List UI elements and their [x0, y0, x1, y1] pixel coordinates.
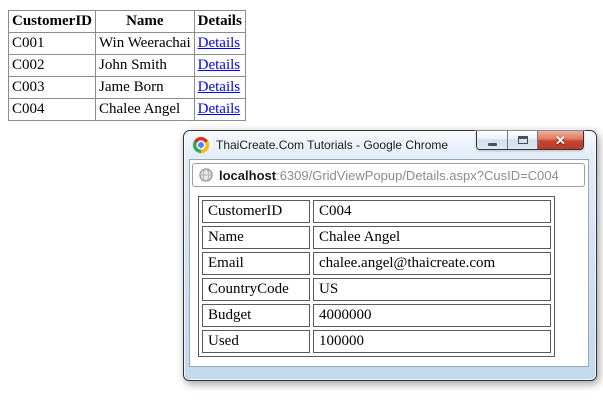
minimize-button[interactable] — [477, 131, 507, 149]
desktop-page: CustomerID Name Details C001 Win Weerach… — [0, 0, 603, 400]
minimize-icon — [487, 143, 497, 146]
details-link[interactable]: Details — [198, 57, 241, 73]
detail-row: Email chalee.angel@thaicreate.com — [202, 252, 551, 275]
chrome-popup-window: ThaiCreate.Com Tutorials - Google Chrome… — [183, 130, 597, 381]
detail-value-cell: C004 — [313, 200, 551, 223]
header-name: Name — [95, 10, 195, 33]
customer-row: C002 John Smith Details — [8, 54, 246, 77]
url-host: localhost — [219, 167, 277, 183]
customer-name-cell: John Smith — [95, 54, 195, 77]
detail-row: Name Chalee Angel — [202, 226, 551, 249]
customers-header-row: CustomerID Name Details — [8, 10, 246, 33]
detail-row: Used 100000 — [202, 330, 551, 353]
customer-details-cell: Details — [193, 76, 246, 99]
customers-table: CustomerID Name Details C001 Win Weerach… — [8, 10, 246, 121]
detail-row: CountryCode US — [202, 278, 551, 301]
customer-details-cell: Details — [193, 98, 246, 121]
maximize-icon — [517, 136, 528, 144]
details-link[interactable]: Details — [198, 79, 241, 95]
customer-id-cell: C001 — [8, 32, 96, 55]
globe-icon[interactable] — [199, 168, 213, 182]
url-path: :6309/GridViewPopup/Details.aspx?CusID=C… — [276, 167, 559, 183]
close-button[interactable]: ✕ — [537, 131, 583, 149]
address-bar[interactable]: localhost:6309/GridViewPopup/Details.asp… — [192, 163, 585, 187]
detail-label-cell: CountryCode — [202, 278, 310, 301]
customer-name-cell: Jame Born — [95, 76, 195, 99]
url-text: localhost:6309/GridViewPopup/Details.asp… — [219, 168, 559, 183]
customer-details-table: CustomerID C004 Name Chalee Angel Email … — [198, 196, 555, 357]
detail-label-cell: Email — [202, 252, 310, 275]
customer-row: C003 Jame Born Details — [8, 76, 246, 99]
detail-label-cell: Name — [202, 226, 310, 249]
window-controls: ✕ — [476, 131, 584, 150]
customer-details-cell: Details — [193, 54, 246, 77]
detail-value-cell: 4000000 — [313, 304, 551, 327]
customer-name-cell: Win Weerachai — [95, 32, 195, 55]
window-client-area: localhost:6309/GridViewPopup/Details.asp… — [189, 159, 589, 367]
detail-row: Budget 4000000 — [202, 304, 551, 327]
customer-id-cell: C002 — [8, 54, 96, 77]
detail-value-cell: Chalee Angel — [313, 226, 551, 249]
detail-row: CustomerID C004 — [202, 200, 551, 223]
detail-label-cell: Used — [202, 330, 310, 353]
detail-value-cell: US — [313, 278, 551, 301]
customer-details-cell: Details — [193, 32, 246, 55]
details-link[interactable]: Details — [198, 35, 241, 51]
close-icon: ✕ — [555, 132, 566, 148]
detail-label-cell: CustomerID — [202, 200, 310, 223]
detail-label-cell: Budget — [202, 304, 310, 327]
customer-id-cell: C004 — [8, 98, 96, 121]
customer-id-cell: C003 — [8, 76, 96, 99]
maximize-button[interactable] — [507, 131, 537, 149]
customer-row: C004 Chalee Angel Details — [8, 98, 246, 121]
customer-row: C001 Win Weerachai Details — [8, 32, 246, 55]
detail-value-cell: 100000 — [313, 330, 551, 353]
header-details: Details — [193, 10, 246, 33]
detail-value-cell: chalee.angel@thaicreate.com — [313, 252, 551, 275]
customer-name-cell: Chalee Angel — [95, 98, 195, 121]
chrome-logo-icon — [193, 137, 209, 153]
header-customer-id: CustomerID — [8, 10, 96, 33]
details-link[interactable]: Details — [198, 101, 241, 117]
